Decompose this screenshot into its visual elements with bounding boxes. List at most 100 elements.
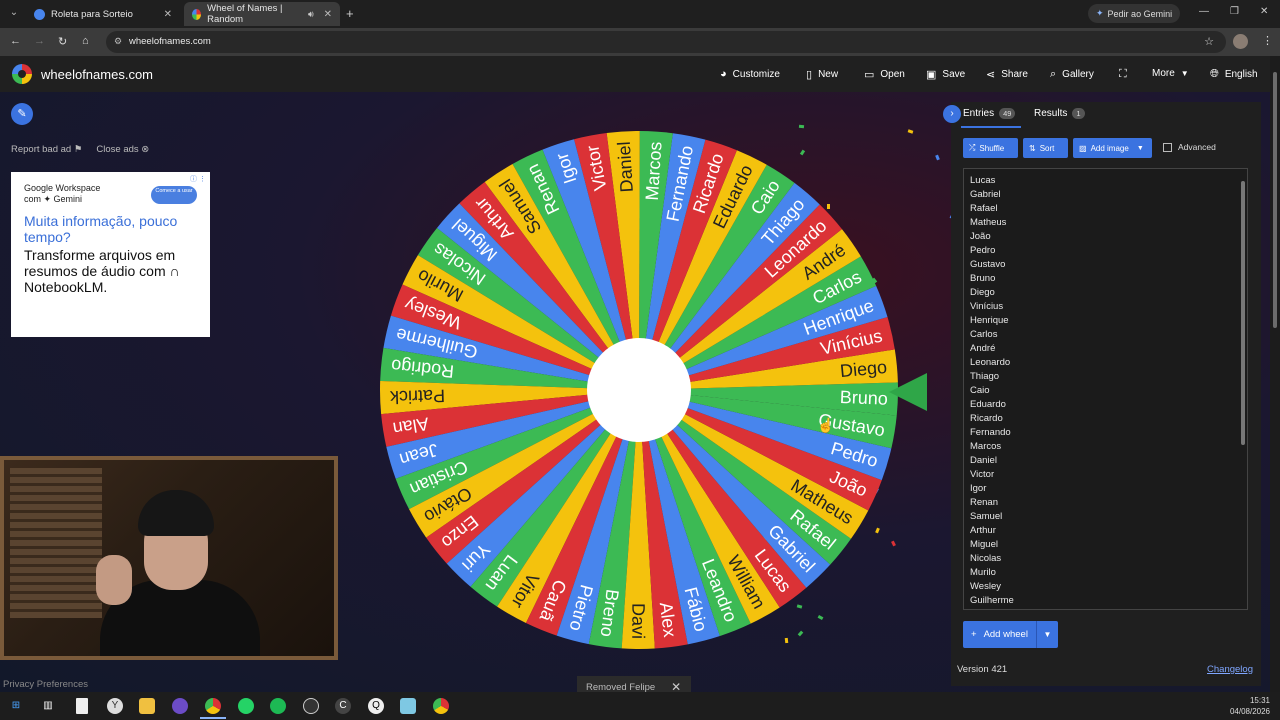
tab-search-icon[interactable]: ⌄ [6,5,22,21]
advertisement[interactable]: ⓘ ⋮ Google Workspace com ✦ Gemini Comece … [11,172,210,337]
entries-scrollbar-thumb[interactable] [1241,181,1245,445]
chrome-icon[interactable] [205,698,221,714]
notepad-icon[interactable] [76,698,88,714]
spotify-icon[interactable] [270,698,286,714]
ad-cta-button[interactable]: Comece a usar [151,186,197,204]
logo-text[interactable]: wheelofnames.com [41,67,153,82]
speaker-icon[interactable]: 🔊︎ [308,9,314,20]
entry-item[interactable]: Thiago [970,370,1247,384]
shuffle-button[interactable]: ⤮ Shuffle [963,138,1018,158]
entry-item[interactable]: Victor [970,468,1247,482]
edit-pencil-button[interactable]: ✎ [11,103,33,125]
entry-item[interactable]: Guilherme [970,594,1247,608]
reload-icon[interactable]: ↻ [58,35,67,48]
collapse-panel-button[interactable]: › [943,105,961,123]
entry-item[interactable]: Wesley [970,580,1247,594]
changelog-link[interactable]: Changelog [1207,664,1253,675]
entry-item[interactable]: Lucas [970,174,1247,188]
sort-button[interactable]: ⇅ Sort [1023,138,1068,158]
menu-share[interactable]: ⋖ Share [986,68,1028,81]
browser-menu-icon[interactable]: ⋮ [1262,34,1273,47]
menu-customize[interactable]: ◕ Customize [720,68,780,80]
entry-item[interactable]: João [970,230,1247,244]
menu-gallery[interactable]: ⌕ Gallery [1050,68,1094,81]
obs-icon[interactable] [303,698,319,714]
entry-item[interactable]: Eduardo [970,398,1247,412]
entry-item[interactable]: Pedro [970,244,1247,258]
entry-item[interactable]: Matheus [970,216,1247,230]
browser-tab-wheel[interactable]: Wheel of Names | Random 🔊︎ ✕ [184,2,340,26]
chevron-down-icon[interactable]: ▼ [1036,621,1058,648]
entry-item[interactable]: Vinícius [970,300,1247,314]
entry-item[interactable]: Caio [970,384,1247,398]
entry-item[interactable]: Gabriel [970,188,1247,202]
logo-icon[interactable] [12,64,32,84]
entry-item[interactable]: Gustavo [970,258,1247,272]
entry-item[interactable]: Diego [970,286,1247,300]
site-info-icon[interactable]: ⚙ [114,36,122,47]
gemini-button[interactable]: ✦ Pedir ao Gemini [1088,4,1181,23]
entry-item[interactable]: Arthur [970,524,1247,538]
entry-item[interactable]: Rafael [970,202,1247,216]
name-wheel[interactable]: BrunoDiegoViníciusHenriqueCarlosAndréLeo… [378,129,900,651]
entry-item[interactable]: Carlos [970,328,1247,342]
system-clock[interactable]: 15:31 04/08/2026 [1230,695,1270,717]
discord-icon[interactable] [172,698,188,714]
app-icon-4[interactable] [400,698,416,714]
menu-fullscreen[interactable]: ⛶ [1119,68,1127,81]
entry-item[interactable]: Marcos [970,440,1247,454]
entries-scrollbar[interactable] [1240,171,1246,607]
entry-item[interactable]: Daniel [970,454,1247,468]
close-ads-link[interactable]: Close ads ⊗ [96,144,149,155]
add-image-button[interactable]: ▨ Add image ▼ [1073,138,1152,158]
back-icon[interactable]: ← [10,35,21,47]
new-tab-icon[interactable]: + [346,6,354,21]
restore-icon[interactable]: ❐ [1230,6,1239,17]
entry-item[interactable]: Nicolas [970,552,1247,566]
bookmark-star-icon[interactable]: ☆ [1204,35,1214,48]
entry-item[interactable]: Fernando [970,426,1247,440]
entry-item[interactable]: Henrique [970,314,1247,328]
close-toast-icon[interactable]: ✕ [671,680,681,692]
menu-save[interactable]: ▣ Save [926,68,965,81]
entry-item[interactable]: Bruno [970,272,1247,286]
menu-open[interactable]: ▭ Open [864,68,905,81]
tab-results[interactable]: Results 1 [1034,108,1085,119]
menu-new[interactable]: ▯ New [806,68,838,81]
entry-item[interactable]: Renan [970,496,1247,510]
minimize-icon[interactable]: — [1199,6,1209,17]
entry-item[interactable]: Samuel [970,510,1247,524]
page-scrollbar[interactable] [1270,56,1280,692]
home-icon[interactable]: ⌂ [82,35,89,47]
tab-entries[interactable]: Entries 49 [963,108,1016,119]
profile-avatar[interactable] [1233,34,1248,49]
file-explorer-icon[interactable] [139,698,155,714]
chrome-icon-2[interactable] [433,698,449,714]
app-icon[interactable]: Y [107,698,123,714]
app-icon-3[interactable]: Q [368,698,384,714]
add-wheel-button[interactable]: + Add wheel ▼ [963,621,1058,648]
close-tab-icon[interactable]: ✕ [324,9,332,20]
url-text[interactable]: wheelofnames.com [129,36,211,47]
entry-item[interactable]: Igor [970,482,1247,496]
forward-icon[interactable]: → [34,35,45,47]
entry-item[interactable]: Miguel [970,538,1247,552]
entry-item[interactable]: Ricardo [970,412,1247,426]
omnibox[interactable]: ⚙ wheelofnames.com ☆ [106,31,1226,53]
entry-item[interactable]: André [970,342,1247,356]
entry-item[interactable]: Leonardo [970,356,1247,370]
close-window-icon[interactable]: ✕ [1260,6,1268,17]
menu-language[interactable]: 🌐︎ English [1210,68,1258,81]
scrollbar-thumb[interactable] [1273,72,1277,328]
entry-item[interactable]: Murilo [970,566,1247,580]
checkbox-box[interactable] [1163,142,1172,152]
report-bad-ad-link[interactable]: Report bad ad ⚑ [11,144,82,155]
windows-start-icon[interactable]: ⊞ [8,698,24,714]
app-icon-2[interactable]: C [335,698,351,714]
menu-more[interactable]: More ▼ [1152,68,1189,79]
ad-info-icon[interactable]: ⓘ ⋮ [190,174,206,184]
close-tab-icon[interactable]: ✕ [164,9,172,20]
browser-tab-roleta[interactable]: Roleta para Sorteio ✕ [26,2,180,26]
entries-textarea[interactable]: Lucas Gabriel Rafael Matheus João Pedro Gustav… [963,168,1248,610]
whatsapp-icon[interactable] [238,698,254,714]
